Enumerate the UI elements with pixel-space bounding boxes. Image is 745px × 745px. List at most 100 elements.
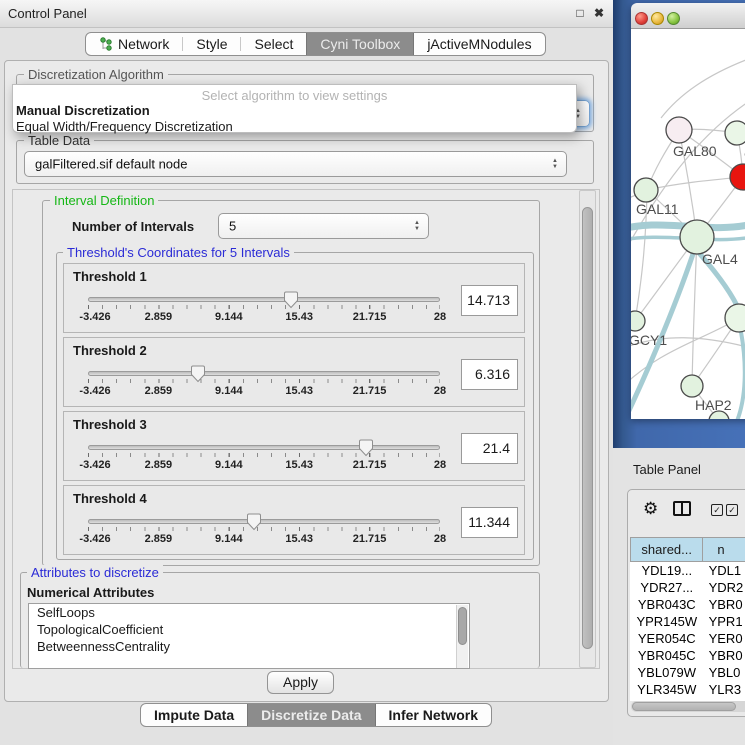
threshold-coordinates-label: Threshold's Coordinates for 5 Intervals bbox=[63, 245, 294, 260]
table-row[interactable]: YDL19...YDL1 bbox=[630, 562, 745, 579]
close-window-icon[interactable] bbox=[635, 12, 648, 25]
list-vertical-scrollbar[interactable] bbox=[456, 605, 468, 669]
table-row[interactable]: YBR045CYBR0 bbox=[630, 647, 745, 664]
minimize-window-icon[interactable] bbox=[651, 12, 664, 25]
node-h[interactable] bbox=[725, 304, 745, 332]
slider-track[interactable] bbox=[88, 371, 440, 376]
table-data-combo-value: galFiltered.sif default node bbox=[35, 157, 187, 172]
table-data-combobox[interactable]: galFiltered.sif default node ▲▼ bbox=[24, 151, 567, 177]
threshold-1-slider[interactable]: -3.4262.8599.14415.4321.71528 bbox=[88, 297, 440, 331]
table-row[interactable]: YLR345WYLR3 bbox=[630, 681, 745, 698]
threshold-3-slider[interactable]: -3.4262.8599.14415.4321.71528 bbox=[88, 445, 440, 479]
control-panel: Control Panel □ ✖ Network Style Select C… bbox=[0, 0, 613, 745]
threshold-4-panel: Threshold 4 -3.4262.8599.14415.4321.7152… bbox=[63, 485, 525, 555]
node-red-selected[interactable] bbox=[730, 164, 745, 190]
table-panel-area: Table Panel ⚙ ✓ ✓ shared... n YDL19...YD… bbox=[613, 448, 745, 745]
numerical-attributes-label: Numerical Attributes bbox=[27, 585, 154, 600]
node-label: GAL80 bbox=[673, 143, 717, 159]
node-gal11[interactable] bbox=[634, 178, 658, 202]
dropdown-hint: Select algorithm to view settings bbox=[13, 85, 576, 103]
network-canvas[interactable]: GAL80 G. C GAL11 GAL4 GCY1 H HAP2 bbox=[631, 29, 745, 419]
tab-network[interactable]: Network bbox=[86, 33, 182, 55]
table-row[interactable]: YDR27...YDR2 bbox=[630, 579, 745, 596]
list-item[interactable]: TopologicalCoefficient bbox=[29, 621, 469, 638]
combo-arrows-icon: ▲▼ bbox=[414, 220, 420, 232]
slider-thumb[interactable] bbox=[246, 513, 261, 531]
slider-ticks bbox=[88, 305, 440, 309]
node-g[interactable] bbox=[725, 121, 745, 145]
table-row[interactable]: YBL079WYBL0 bbox=[630, 664, 745, 681]
threshold-2-value-field[interactable]: 6.316 bbox=[461, 359, 518, 390]
slider-ticks bbox=[88, 453, 440, 457]
threshold-1-panel: Threshold 1 -3.4262.8599.14415.4321.7152… bbox=[63, 263, 525, 333]
slider-track[interactable] bbox=[88, 297, 440, 302]
tab-select[interactable]: Select bbox=[241, 33, 306, 55]
dropdown-option-equal-width[interactable]: Equal Width/Frequency Discretization bbox=[13, 119, 576, 135]
slider-scale: -3.4262.8599.14415.4321.71528 bbox=[88, 459, 440, 472]
threshold-2-slider[interactable]: -3.4262.8599.14415.4321.71528 bbox=[88, 371, 440, 405]
list-item[interactable]: BetweennessCentrality bbox=[29, 638, 469, 655]
table-scrollbar-thumb[interactable] bbox=[632, 702, 736, 711]
float-panel-icon[interactable]: □ bbox=[572, 5, 588, 21]
attributes-group-label: Attributes to discretize bbox=[27, 565, 163, 580]
node-hap2[interactable] bbox=[681, 375, 703, 397]
column-header-shared-name[interactable]: shared... bbox=[630, 537, 703, 562]
panel-tabbar: Network Style Select Cyni Toolbox jActiv… bbox=[85, 32, 546, 56]
node-label: GAL11 bbox=[636, 201, 679, 217]
checkbox-icon[interactable]: ✓ bbox=[726, 504, 738, 516]
number-of-intervals-label: Number of Intervals bbox=[72, 219, 194, 234]
settings-vertical-scrollbar[interactable] bbox=[579, 190, 596, 668]
list-scrollbar-thumb[interactable] bbox=[458, 607, 467, 645]
table-horizontal-scrollbar[interactable] bbox=[631, 701, 745, 712]
settings-scrollbar-thumb[interactable] bbox=[582, 207, 593, 649]
tab-style[interactable]: Style bbox=[183, 33, 240, 55]
tab-discretize-data[interactable]: Discretize Data bbox=[247, 704, 375, 726]
slider-scale: -3.4262.8599.14415.4321.71528 bbox=[88, 311, 440, 324]
tab-network-label: Network bbox=[118, 36, 169, 52]
node-gal80[interactable] bbox=[666, 117, 692, 143]
list-item[interactable]: SelfLoops bbox=[29, 604, 469, 621]
slider-ticks bbox=[88, 527, 440, 531]
threshold-4-slider[interactable]: -3.4262.8599.14415.4321.71528 bbox=[88, 519, 440, 553]
table-panel-title: Table Panel bbox=[633, 462, 701, 477]
threshold-3-value-field[interactable]: 21.4 bbox=[461, 433, 518, 464]
tab-cyni-toolbox[interactable]: Cyni Toolbox bbox=[306, 33, 414, 55]
table-row[interactable]: YBR043CYBR0 bbox=[630, 596, 745, 613]
gear-icon[interactable]: ⚙ bbox=[643, 499, 658, 519]
slider-thumb[interactable] bbox=[283, 291, 298, 309]
node-gcy1[interactable] bbox=[631, 311, 645, 331]
dropdown-option-manual[interactable]: Manual Discretization bbox=[13, 103, 576, 119]
slider-track[interactable] bbox=[88, 445, 440, 450]
apply-button[interactable]: Apply bbox=[267, 671, 334, 694]
node-label: HAP2 bbox=[695, 397, 732, 413]
combo-arrows-icon: ▲▼ bbox=[552, 158, 558, 170]
split-view-icon[interactable] bbox=[673, 501, 691, 516]
panel-title: Control Panel bbox=[8, 6, 87, 21]
number-of-intervals-value: 5 bbox=[229, 219, 236, 234]
threshold-1-value-field[interactable]: 14.713 bbox=[461, 285, 518, 316]
algorithm-dropdown-popup: Select algorithm to view settings Manual… bbox=[12, 84, 577, 133]
tab-infer-network[interactable]: Infer Network bbox=[376, 704, 491, 726]
number-of-intervals-combobox[interactable]: 5 ▲▼ bbox=[218, 213, 429, 239]
network-icon bbox=[99, 37, 112, 52]
interval-definition-label: Interval Definition bbox=[50, 193, 158, 208]
table-row[interactable]: YER054CYER0 bbox=[630, 630, 745, 647]
node-gal4[interactable] bbox=[680, 220, 714, 254]
slider-scale: -3.4262.8599.14415.4321.71528 bbox=[88, 533, 440, 546]
tab-jactivemnodules[interactable]: jActiveMNodules bbox=[414, 33, 544, 55]
slider-scale: -3.4262.8599.14415.4321.71528 bbox=[88, 385, 440, 398]
slider-track[interactable] bbox=[88, 519, 440, 524]
table-row[interactable]: YPR145WYPR1 bbox=[630, 613, 745, 630]
table-data-group-label: Table Data bbox=[24, 133, 94, 148]
slider-thumb[interactable] bbox=[190, 365, 205, 383]
threshold-2-label: Threshold 2 bbox=[73, 343, 147, 358]
algorithm-group-label: Discretization Algorithm bbox=[24, 67, 168, 82]
column-header-name[interactable]: n bbox=[703, 537, 745, 562]
tab-impute-data[interactable]: Impute Data bbox=[141, 704, 247, 726]
threshold-4-value-field[interactable]: 11.344 bbox=[461, 507, 518, 538]
slider-thumb[interactable] bbox=[358, 439, 373, 457]
table-header-row: shared... n bbox=[630, 537, 745, 562]
zoom-window-icon[interactable] bbox=[667, 12, 680, 25]
checkbox-icon[interactable]: ✓ bbox=[711, 504, 723, 516]
close-panel-icon[interactable]: ✖ bbox=[591, 5, 607, 21]
